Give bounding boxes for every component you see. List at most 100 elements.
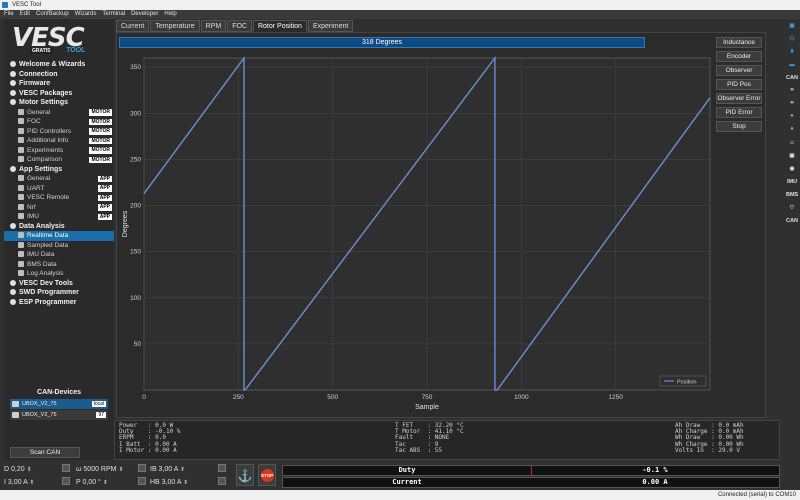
nav-item-data-analysis[interactable]: Data Analysis bbox=[4, 222, 114, 232]
toolstrip-icon[interactable]: ♡ bbox=[786, 202, 798, 215]
encoder-button[interactable]: Encoder bbox=[716, 51, 762, 62]
menu-confbackup[interactable]: ConfBackup bbox=[36, 10, 69, 19]
nav-item-nrf[interactable]: Nrf APP bbox=[4, 203, 114, 213]
nav-item-realtime-data[interactable]: Realtime Data bbox=[4, 231, 114, 241]
rpm-field[interactable]: ω 5000 RPM ⬍ bbox=[76, 464, 123, 475]
pid-error-button[interactable]: PID Error bbox=[716, 107, 762, 118]
toolstrip-icon[interactable]: ◉ bbox=[786, 163, 798, 176]
nav-item-firmware[interactable]: Firmware bbox=[4, 79, 114, 89]
nav-item-tag: MOTOR bbox=[89, 118, 112, 125]
tab-rotor-position[interactable]: Rotor Position bbox=[252, 20, 307, 32]
toolstrip-icon[interactable]: ▣ bbox=[786, 20, 798, 33]
nav-item-tag: APP bbox=[97, 185, 112, 192]
nav-item-label: General bbox=[27, 108, 51, 116]
menu-help[interactable]: Help bbox=[164, 10, 176, 19]
tab-experiment[interactable]: Experiment bbox=[307, 20, 354, 32]
nav-item-welcome-wizards[interactable]: Welcome & Wizards bbox=[4, 60, 114, 70]
x-tick-label: 250 bbox=[233, 394, 244, 401]
position-button[interactable] bbox=[62, 477, 72, 488]
nav-item-connection[interactable]: Connection bbox=[4, 70, 114, 80]
toolstrip-icon[interactable]: ☺ bbox=[786, 137, 798, 150]
nav-item-label: VESC Packages bbox=[19, 89, 73, 97]
y-axis-label: Degrees bbox=[122, 210, 129, 237]
toolstrip-icon[interactable]: CAN bbox=[786, 72, 798, 85]
inductance-button[interactable]: Inductance bbox=[716, 37, 762, 48]
ib-button[interactable] bbox=[138, 464, 148, 475]
y-tick-label: 250 bbox=[130, 156, 141, 163]
nav-item-comparison[interactable]: Comparison MOTOR bbox=[4, 155, 114, 165]
nav-item-bms-data[interactable]: BMS Data bbox=[4, 260, 114, 270]
observer-button[interactable]: Observer bbox=[716, 65, 762, 76]
toolstrip-icon[interactable]: BMS bbox=[786, 189, 798, 202]
nav-item-foc[interactable]: FOC MOTOR bbox=[4, 117, 114, 127]
nav-item-icon bbox=[18, 146, 24, 153]
nav-item-swd-programmer[interactable]: SWD Programmer bbox=[4, 288, 114, 298]
toolstrip-icon[interactable]: ⬍ bbox=[786, 46, 798, 59]
menu-bar: File Edit ConfBackup Wizards Terminal Develop… bbox=[0, 10, 800, 19]
position-field[interactable]: P 0,00 ° ⬍ bbox=[76, 477, 108, 488]
toolstrip-icon[interactable]: ᴬ bbox=[786, 111, 798, 124]
tab-bar: Current Temperature RPM FOC Rotor Position Ex… bbox=[116, 20, 354, 32]
nav-item-motor-settings[interactable]: Motor Settings bbox=[4, 98, 114, 108]
tab-foc[interactable]: FOC bbox=[227, 20, 252, 32]
toolstrip-icon[interactable]: ▬ bbox=[786, 59, 798, 72]
nav-item-experiments[interactable]: Experiments MOTOR bbox=[4, 146, 114, 156]
toolstrip-icon[interactable]: ᴹ bbox=[786, 98, 798, 111]
nav-item-vesc-remote[interactable]: VESC Remote APP bbox=[4, 193, 114, 203]
stop-button[interactable]: STOP bbox=[258, 464, 276, 486]
nav-item-icon bbox=[10, 61, 16, 67]
menu-developer[interactable]: Developer bbox=[131, 10, 158, 19]
nav-item-esp-programmer[interactable]: ESP Programmer bbox=[4, 298, 114, 308]
duty-field[interactable]: D 0,20 ⬍ bbox=[4, 464, 32, 475]
toolstrip-icon[interactable]: CAN bbox=[786, 215, 798, 228]
nav-item-label: Log Analysis bbox=[27, 270, 64, 277]
nav-item-additional-info[interactable]: Additional Info MOTOR bbox=[4, 136, 114, 146]
nav-item-tag: MOTOR bbox=[89, 128, 112, 135]
ib-field[interactable]: IB 3,00 A ⬍ bbox=[150, 464, 185, 475]
nav-item-imu[interactable]: IMU APP bbox=[4, 212, 114, 222]
toolstrip-icon[interactable]: ▣ bbox=[786, 150, 798, 163]
toolstrip-icon[interactable]: ᴬ bbox=[786, 124, 798, 137]
can-device-row[interactable]: UBOX_V2_75 local bbox=[10, 399, 108, 409]
tab-rpm[interactable]: RPM bbox=[200, 20, 227, 32]
info-col-energy: Ah Draw : 0.0 mAh Ah Charge : 0.0 mAh Wh… bbox=[675, 422, 744, 454]
pid-pos-button[interactable]: PID Pos bbox=[716, 79, 762, 90]
x-tick-label: 0 bbox=[142, 394, 146, 401]
nav-item-general[interactable]: General MOTOR bbox=[4, 108, 114, 118]
can-device-row[interactable]: UBOX_V2_75 97 bbox=[10, 410, 108, 420]
y-tick-label: 50 bbox=[134, 341, 142, 348]
hb-action-button[interactable] bbox=[218, 477, 228, 488]
nav-item-log-analysis[interactable]: Log Analysis bbox=[4, 269, 114, 279]
menu-terminal[interactable]: Terminal bbox=[102, 10, 125, 19]
nav-item-label: Experiments bbox=[27, 146, 64, 154]
menu-wizards[interactable]: Wizards bbox=[75, 10, 97, 19]
nav-item-app-settings[interactable]: App Settings bbox=[4, 165, 114, 175]
stop-button[interactable]: Stop bbox=[716, 121, 762, 132]
nav-item-icon bbox=[18, 127, 24, 134]
toolstrip-icon[interactable]: IMU bbox=[786, 176, 798, 189]
nav-item-vesc-packages[interactable]: VESC Packages bbox=[4, 89, 114, 99]
current-field[interactable]: I 3,00 A ⬍ bbox=[4, 477, 34, 488]
nav-item-vesc-dev-tools[interactable]: VESC Dev Tools bbox=[4, 279, 114, 289]
tab-temperature[interactable]: Temperature bbox=[150, 20, 200, 32]
nav-item-imu-data[interactable]: IMU Data bbox=[4, 250, 114, 260]
nav-item-uart[interactable]: UART APP bbox=[4, 184, 114, 194]
menu-edit[interactable]: Edit bbox=[20, 10, 30, 19]
toolstrip-icon[interactable]: ᴹ bbox=[786, 85, 798, 98]
nav-item-sampled-data[interactable]: Sampled Data bbox=[4, 241, 114, 251]
nav-item-icon bbox=[18, 203, 24, 210]
hb-button[interactable] bbox=[138, 477, 148, 488]
rpm-button[interactable] bbox=[62, 464, 72, 475]
nav-item-label: Connection bbox=[19, 70, 58, 78]
hb-field[interactable]: HB 3,00 A ⬍ bbox=[150, 477, 188, 488]
ib-action-button[interactable] bbox=[218, 464, 228, 475]
tab-current[interactable]: Current bbox=[116, 20, 150, 32]
nav-item-pid-controllers[interactable]: PID Controllers MOTOR bbox=[4, 127, 114, 137]
nav-item-general[interactable]: General APP bbox=[4, 174, 114, 184]
toolstrip-icon[interactable]: ⬡ bbox=[786, 33, 798, 46]
anchor-button[interactable]: ⚓ bbox=[236, 464, 254, 486]
scan-can-button[interactable]: Scan CAN bbox=[10, 447, 80, 458]
observer-error-button[interactable]: Observer Error bbox=[716, 93, 762, 104]
vesc-logo: VESC GRATIS TOOL bbox=[4, 21, 104, 57]
menu-file[interactable]: File bbox=[4, 10, 14, 19]
